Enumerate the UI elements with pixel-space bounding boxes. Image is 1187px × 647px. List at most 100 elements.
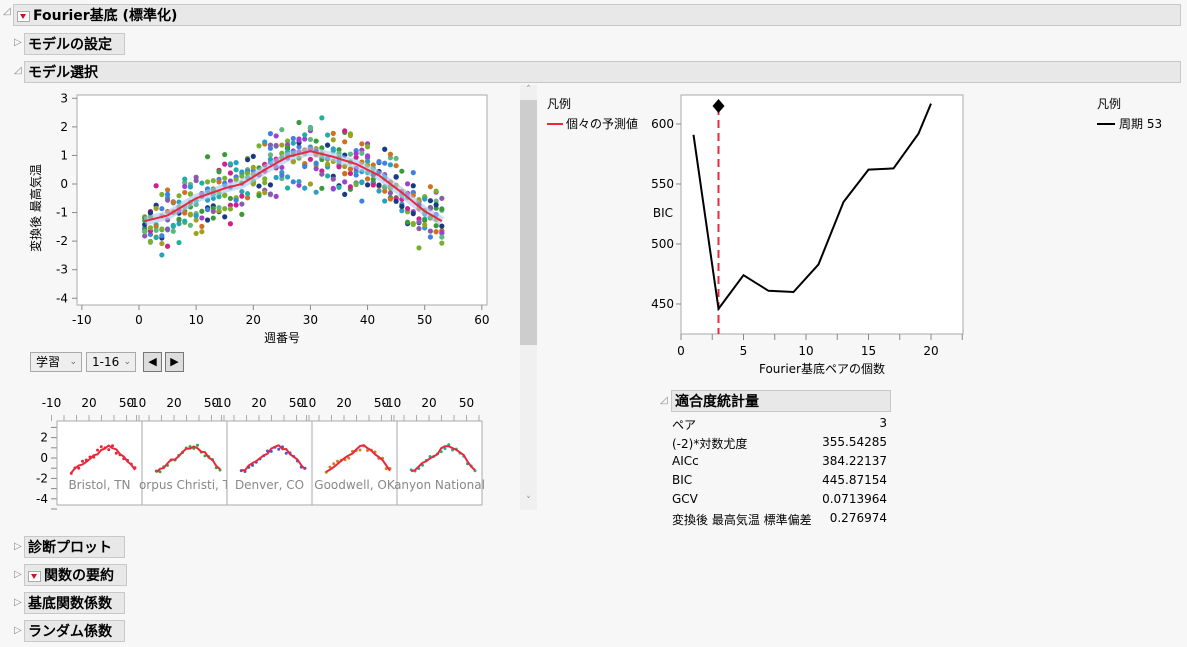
x-axis-label: 週番号: [264, 331, 300, 345]
data-point: [279, 127, 285, 133]
data-point: [382, 146, 388, 152]
section-diagnostic-plot[interactable]: 診断プロット: [24, 536, 125, 558]
data-point: [159, 206, 165, 212]
data-point: [153, 183, 159, 189]
data-point: [176, 239, 182, 246]
section-basis-coefficients[interactable]: 基底関数係数: [24, 592, 125, 614]
fit-stat-value: 445.87154: [822, 473, 887, 487]
data-point: [193, 174, 199, 180]
legend-item-individual-prediction[interactable]: 個々の予測値: [547, 115, 638, 132]
data-point: [307, 181, 314, 187]
data-point: [313, 166, 319, 172]
data-point: [353, 150, 359, 157]
data-point: [422, 196, 428, 202]
data-point: [96, 448, 99, 452]
fit-stat-row: 変換後 最高気温 標準偏差 0.276974: [672, 511, 887, 528]
data-point: [382, 198, 388, 204]
data-point: [387, 151, 394, 157]
fit-stat-row: ペア 3: [672, 416, 887, 433]
scroll-up-icon[interactable]: ˄: [520, 85, 537, 99]
data-point: [164, 197, 171, 203]
section-random-coefficients[interactable]: ランダム係数: [24, 620, 125, 642]
x-tick-label: 50: [417, 313, 432, 327]
data-point: [273, 193, 279, 200]
legend-item-period[interactable]: 周期 53: [1097, 115, 1162, 132]
data-point: [364, 153, 371, 159]
data-point: [210, 208, 216, 214]
data-point: [216, 179, 222, 185]
data-point: [399, 203, 405, 209]
data-point: [99, 445, 103, 449]
data-point: [353, 181, 359, 188]
data-point: [233, 160, 239, 166]
data-point: [376, 159, 382, 165]
data-point: [142, 229, 148, 235]
fit-stat-row: AICc 384.22137: [672, 454, 887, 468]
data-point: [159, 233, 165, 239]
data-point: [359, 179, 365, 186]
data-point: [182, 218, 188, 224]
data-point: [187, 211, 194, 217]
fit-stat-label: 変換後 最高気温 標準偏差: [672, 513, 812, 527]
x-tick-label: 20: [923, 344, 938, 358]
data-point: [147, 209, 154, 216]
data-point: [393, 163, 399, 169]
red-triangle-menu-icon[interactable]: [28, 570, 41, 582]
data-point: [170, 222, 176, 228]
section-fit-statistics[interactable]: 適合度統計量: [671, 390, 891, 412]
collapse-icon[interactable]: ◿: [660, 395, 668, 406]
data-point: [399, 168, 405, 174]
data-point: [382, 188, 388, 194]
data-point: [313, 189, 319, 195]
data-point: [244, 191, 251, 197]
set-select[interactable]: 学習 ⌄: [30, 352, 82, 372]
expand-icon[interactable]: ▷: [14, 597, 22, 608]
data-point: [332, 462, 336, 466]
y-axis-label: 変換後 最高気温: [28, 164, 43, 252]
data-point: [330, 137, 336, 143]
data-point: [216, 169, 222, 175]
data-point: [227, 206, 234, 212]
section-function-summary[interactable]: 関数の要約: [24, 564, 127, 586]
expand-icon[interactable]: ▷: [14, 569, 22, 580]
scrollbar-thumb[interactable]: [520, 100, 537, 345]
data-point: [439, 234, 445, 240]
data-point: [239, 169, 245, 175]
previous-arrow-icon[interactable]: ◀: [143, 352, 162, 372]
y-tick-label: 1: [60, 148, 68, 162]
data-point: [227, 195, 234, 202]
data-point: [164, 187, 171, 193]
data-point: [153, 205, 159, 211]
fit-stat-label: GCV: [672, 492, 698, 506]
y-tick-label: 0: [40, 451, 48, 465]
x-tick-label: 60: [474, 313, 489, 327]
data-point: [182, 183, 188, 189]
expand-icon[interactable]: ▷: [14, 541, 22, 552]
small-multiples-plot: 20-2-4-10 20 50Bristol, TN-10 20 50orpus Chr…: [36, 396, 485, 510]
data-point: [393, 198, 399, 204]
data-point: [239, 201, 245, 207]
range-select[interactable]: 1-16 ⌄: [86, 352, 136, 372]
data-point: [330, 185, 336, 191]
x-tick-label: 30: [303, 313, 318, 327]
data-point: [439, 223, 445, 229]
scroll-down-icon[interactable]: ˅: [520, 496, 537, 510]
x-tick-label: 20: [421, 396, 436, 410]
data-point: [387, 196, 394, 202]
data-point: [176, 216, 182, 222]
x-tick-label: 0: [677, 344, 685, 358]
fit-stat-value: 0.0713964: [822, 492, 887, 506]
data-point: [267, 152, 274, 158]
data-point: [422, 217, 428, 223]
data-point: [290, 179, 296, 185]
scrollbar[interactable]: ˄ ˅: [520, 85, 537, 510]
y-tick-label: 2: [40, 431, 48, 445]
data-point: [296, 137, 302, 143]
next-arrow-icon[interactable]: ▶: [165, 352, 184, 372]
data-point: [319, 185, 325, 191]
x-tick-label: 20: [81, 396, 96, 410]
data-point: [427, 228, 434, 234]
x-tick-label: 20: [166, 396, 181, 410]
data-point: [393, 155, 399, 162]
expand-icon[interactable]: ▷: [14, 625, 22, 636]
